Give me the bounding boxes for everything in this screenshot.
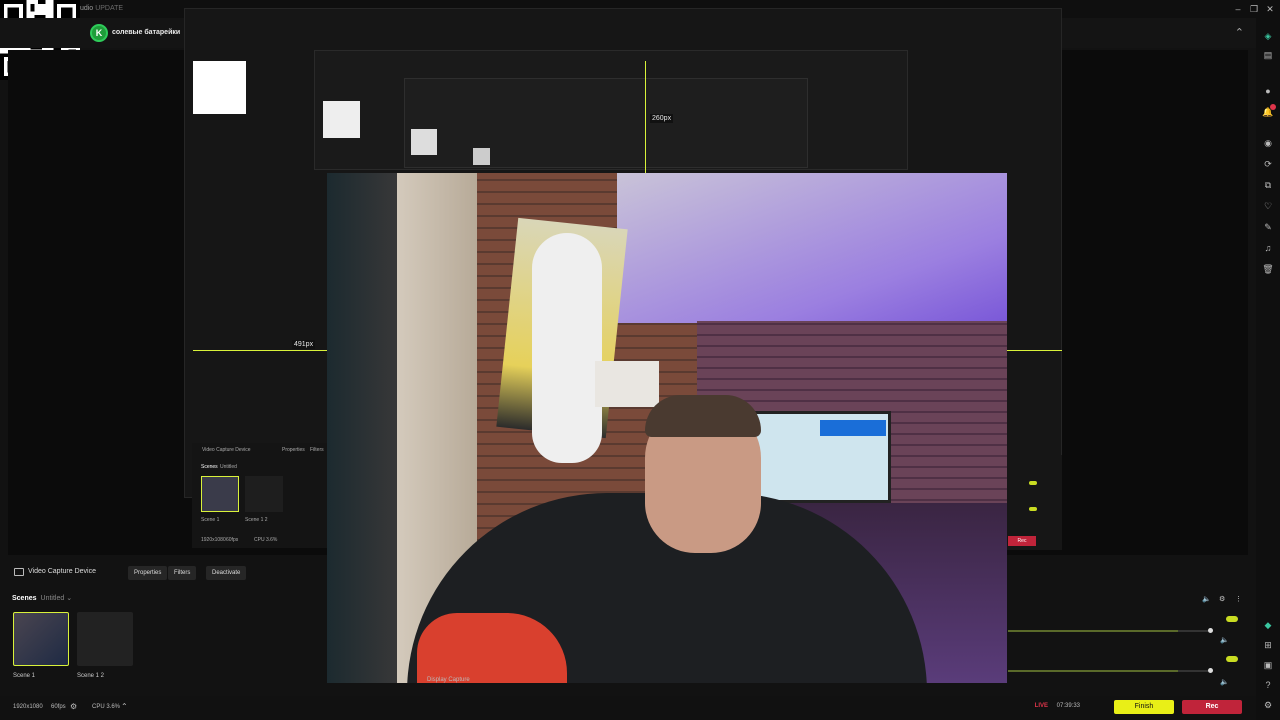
nested-cpu: CPU 3.6%	[254, 537, 278, 543]
scenes-header: Scenes Untitled ⌄	[12, 594, 72, 602]
music-icon[interactable]: ♫	[1262, 242, 1274, 254]
nested-source-name: Video Capture Device	[202, 447, 251, 453]
webcam-tv	[747, 411, 891, 503]
webcam-swan-plush	[532, 233, 602, 463]
settings-icon[interactable]: ⚙	[1262, 699, 1274, 711]
resolution-status: 1920x1080	[13, 704, 43, 710]
webcam-source[interactable]: Display Capture	[327, 173, 1007, 683]
nested-scene-thumb-1	[201, 476, 239, 512]
mixer-settings-icon[interactable]: ⚙	[1219, 595, 1225, 603]
finish-button[interactable]: Finish	[1114, 700, 1174, 714]
mixer-toggle-2[interactable]	[1226, 656, 1238, 662]
chat-icon[interactable]: ●	[1262, 85, 1274, 97]
speaker-icon-2[interactable]: 🔈	[1220, 678, 1229, 686]
scene-collection-dropdown[interactable]: Untitled	[41, 595, 65, 602]
nested-preview-frame-3	[404, 78, 808, 168]
webcam-tv-screen-bar	[820, 420, 886, 436]
nested-fps: 60fps	[226, 537, 239, 543]
layout-icon[interactable]: ▤	[1262, 49, 1274, 61]
live-timer: 07:39:33	[1056, 703, 1080, 709]
update-label[interactable]: UPDATE	[95, 5, 123, 12]
nested-resolution: 1920x1080	[201, 537, 226, 543]
scene-thumb-1[interactable]	[13, 612, 69, 666]
nested-collection: Untitled	[220, 464, 237, 470]
app-title: tudio UPDATE	[78, 5, 124, 12]
scene-label-1[interactable]: Scene 1	[13, 673, 35, 679]
webcam-lamp	[595, 361, 659, 407]
nested-properties: Properties	[282, 447, 305, 453]
volume-level-1	[1008, 630, 1178, 632]
volume-knob-1[interactable]	[1208, 628, 1213, 633]
scenes-title: Scenes	[12, 595, 37, 602]
nested-scene-thumb-2	[245, 476, 283, 512]
deactivate-button[interactable]: Deactivate	[206, 566, 247, 580]
nested-scene-label-1: Scene 1	[201, 517, 220, 523]
status-bar: 1920x1080 60fps ⚙ CPU 3.6% ⌃ LIVE 07:39:…	[0, 696, 1256, 720]
more-icon[interactable]: ⋮	[1235, 595, 1242, 603]
nested-scenes-panel: Video Capture Device Properties Filters …	[192, 443, 328, 548]
rec-button[interactable]: Rec	[1182, 700, 1242, 714]
video-capture-icon	[14, 568, 24, 576]
channel-avatar[interactable]: K	[90, 24, 108, 42]
alignment-guide-horizontal-right	[1007, 350, 1062, 351]
close-icon[interactable]: ✕	[1264, 3, 1276, 15]
restore-icon[interactable]: ❐	[1248, 3, 1260, 15]
overlay-icon[interactable]: ⧉	[1262, 179, 1274, 191]
replay-icon[interactable]: ⟳	[1262, 158, 1274, 170]
speaker-icon-1[interactable]: 🔈	[1220, 636, 1229, 644]
nested-qr-code-4	[473, 148, 490, 165]
notification-badge	[1270, 104, 1276, 110]
chevron-up-icon-status[interactable]: ⌃	[121, 702, 128, 711]
nested-qr-code-2	[323, 101, 360, 138]
properties-button[interactable]: Properties	[128, 566, 168, 580]
right-rail: ◈ ▤ ● 🔔 ◉ ⟳ ⧉ ♡ ✎ ♫ 🗑 ◆ ⊞ ▣ ? ⚙	[1256, 18, 1280, 720]
source-toolbar: Video Capture Device Properties Filters …	[0, 562, 330, 584]
webcam-ceiling	[617, 173, 1007, 323]
highlighter-icon[interactable]: ✎	[1262, 221, 1274, 233]
selected-source-name: Video Capture Device	[28, 568, 96, 575]
alignment-guide-vertical	[645, 61, 646, 173]
prime-icon[interactable]: ◆	[1262, 619, 1274, 631]
nested-mixer-toggle-2	[1029, 507, 1037, 511]
filters-button[interactable]: Filters	[168, 566, 197, 580]
mixer-toggle-1[interactable]	[1226, 616, 1238, 622]
chevron-down-icon[interactable]: ⌄	[66, 595, 72, 602]
live-indicator: LIVE	[1034, 703, 1048, 709]
display-capture-label: Display Capture	[427, 677, 470, 683]
cloud-icon[interactable]: ▣	[1262, 659, 1274, 671]
app-store-icon[interactable]: ⊞	[1262, 639, 1274, 651]
channel-name[interactable]: солевые батарейки	[112, 29, 180, 36]
webcam-person-hair	[645, 395, 761, 437]
camera-icon[interactable]: ◉	[1262, 137, 1274, 149]
audio-mixer: 🔈 ⚙ ⋮ 🔈 🔈	[1008, 592, 1248, 692]
chevron-up-icon[interactable]: ⌃	[1235, 26, 1244, 39]
guide-width-label: 491px	[292, 340, 316, 349]
speaker-icon[interactable]: 🔈	[1202, 595, 1211, 603]
nested-scenes-title: Scenes	[201, 464, 218, 470]
cpu-status: CPU 3.6%	[92, 704, 121, 710]
scene-thumb-2[interactable]	[77, 612, 133, 666]
help-icon[interactable]: ?	[1262, 679, 1274, 691]
tips-icon[interactable]: ♡	[1262, 200, 1274, 212]
delete-icon[interactable]: 🗑	[1262, 263, 1274, 275]
minimize-icon[interactable]: –	[1232, 3, 1244, 15]
alignment-guide-horizontal	[193, 350, 327, 351]
nested-rec-button: Rec	[1008, 536, 1036, 546]
nested-filters: Filters	[310, 447, 324, 453]
fps-status: 60fps	[51, 704, 66, 710]
studio-mode-icon[interactable]: ◈	[1262, 30, 1274, 42]
nested-mixer-toggle	[1029, 481, 1037, 485]
settings-gear-icon[interactable]: ⚙	[70, 702, 77, 711]
guide-height-label: 260px	[650, 114, 674, 123]
volume-level-2	[1008, 670, 1178, 672]
nested-qr-code	[193, 61, 246, 114]
nested-qr-code-3	[411, 129, 437, 155]
scene-label-2[interactable]: Scene 1 2	[77, 673, 104, 679]
nested-scene-label-2: Scene 1 2	[245, 517, 268, 523]
volume-knob-2[interactable]	[1208, 668, 1213, 673]
